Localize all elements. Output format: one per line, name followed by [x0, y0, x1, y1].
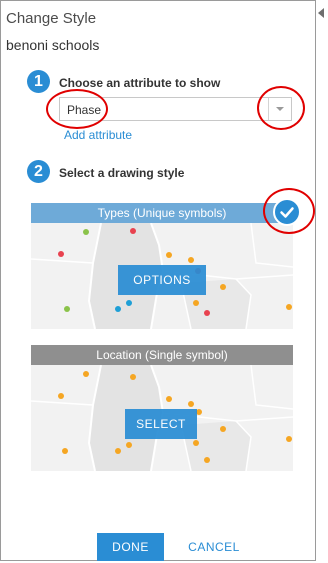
checkmark-icon [280, 207, 294, 218]
step-2-label: Select a drawing style [59, 166, 185, 180]
step-1-circle: 1 [27, 70, 50, 93]
style-selected-badge [273, 198, 301, 226]
layer-name: benoni schools [6, 37, 100, 53]
step-2-circle: 2 [27, 160, 50, 183]
style-card-location[interactable]: Location (Single symbol) SELECT [31, 345, 293, 471]
style-card-location-header: Location (Single symbol) [31, 345, 293, 365]
done-button[interactable]: DONE [97, 533, 164, 561]
attribute-dropdown-button[interactable] [268, 98, 291, 120]
cancel-button[interactable]: CANCEL [181, 533, 247, 561]
step-1-number: 1 [34, 73, 43, 90]
attribute-select-value: Phase [67, 103, 102, 117]
step-1-label: Choose an attribute to show [59, 76, 221, 90]
options-button[interactable]: OPTIONS [118, 265, 206, 295]
style-card-types[interactable]: Types (Unique symbols) OPTIONS [31, 203, 293, 329]
style-card-types-header: Types (Unique symbols) [31, 203, 293, 223]
select-button[interactable]: SELECT [125, 409, 197, 439]
chevron-down-icon [276, 107, 284, 111]
add-attribute-link[interactable]: Add attribute [64, 128, 132, 142]
step-2-number: 2 [34, 163, 43, 180]
panel-title: Change Style [6, 10, 97, 27]
attribute-select[interactable]: Phase [59, 97, 292, 121]
collapse-arrow-icon[interactable] [318, 8, 324, 18]
change-style-panel: Change Style benoni schools 1 Choose an … [0, 0, 316, 561]
